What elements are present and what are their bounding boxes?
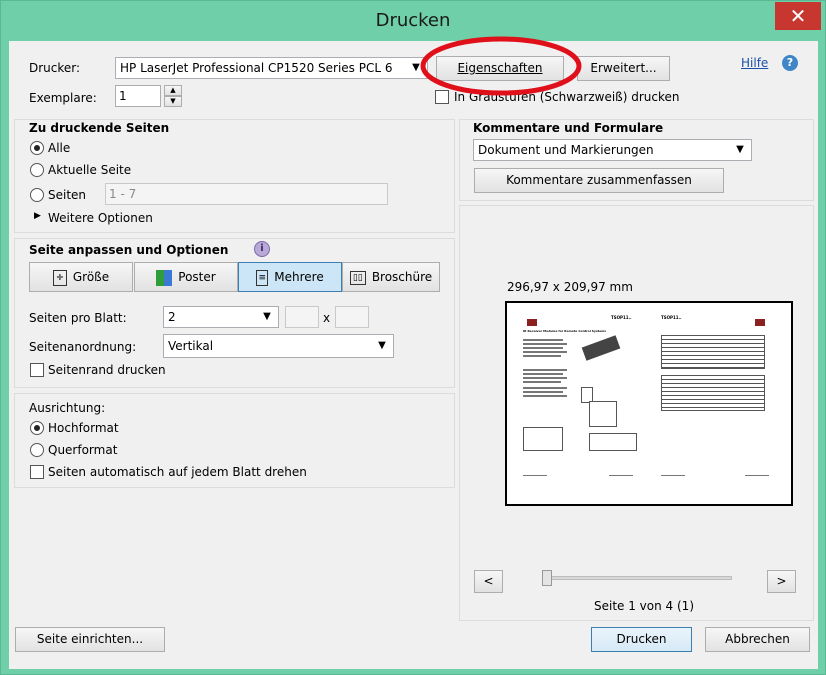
pages-per-sheet-label: Seiten pro Blatt: [29,311,127,325]
copies-label: Exemplare: [29,91,97,105]
summarize-comments-button[interactable]: Kommentare zusammenfassen [474,168,724,193]
cancel-button-label: Abbrechen [725,632,790,646]
fit-section-title: Seite anpassen und Optionen [29,243,229,257]
comments-select-value: Dokument und Markierungen [478,143,654,157]
pages-range-input[interactable]: 1 - 7 [105,183,388,205]
booklet-button[interactable]: ▯▯ Broschüre [342,262,440,292]
cancel-button[interactable]: Abbrechen [705,627,810,652]
comments-section-title: Kommentare und Formulare [473,121,664,135]
chevron-down-icon: ▼ [378,340,386,351]
chevron-up-icon: ▲ [170,86,176,94]
page-order-label: Seitenanordnung: [29,340,137,354]
size-button-label: Größe [72,270,110,284]
help-icon[interactable]: ? [782,55,798,71]
page-slider-thumb[interactable] [542,570,552,586]
orientation-title: Ausrichtung: [29,401,106,415]
preview-page-right: TSOP11.. [655,309,785,498]
page-status: Seite 1 von 4 (1) [594,599,694,613]
page-setup-label: Seite einrichten... [36,632,144,646]
printer-select-value: HP LaserJet Professional CP1520 Series P… [120,61,393,75]
chevron-down-icon: ▼ [736,144,744,155]
pages-per-sheet-rows-input[interactable] [335,306,369,328]
pages-all-radio[interactable] [30,141,44,155]
pages-per-sheet-cols-input[interactable] [285,306,319,328]
portrait-label: Hochformat [48,421,119,435]
booklet-button-label: Broschüre [371,270,433,284]
annotation-circle [420,36,582,96]
copies-down-button[interactable]: ▼ [164,96,182,107]
help-link[interactable]: Hilfe [741,56,768,70]
auto-rotate-label: Seiten automatisch auf jedem Blatt drehe… [48,465,307,479]
preview-dimensions: 296,97 x 209,97 mm [507,280,633,294]
advanced-button-label: Erweitert... [590,61,657,75]
print-button-label: Drucken [616,632,667,646]
page-order-select[interactable]: Vertikal ▼ [163,334,394,358]
size-button[interactable]: ✛ Größe [29,262,133,292]
right-page-heading: TSOP11.. [661,315,682,320]
booklet-icon: ▯▯ [349,270,366,285]
preview-sheet: TSOP11.. IR Receiver Modules for Remote … [505,301,793,506]
expand-triangle-icon[interactable]: ▶ [34,211,41,221]
title-bar[interactable]: Drucken ✕ [1,1,825,41]
pages-current-radio[interactable] [30,163,44,177]
printer-select[interactable]: HP LaserJet Professional CP1520 Series P… [115,57,428,79]
dialog-client-area: Drucker: HP LaserJet Professional CP1520… [9,36,818,669]
next-page-button[interactable]: > [767,570,796,593]
pages-per-sheet-value: 2 [168,310,176,324]
auto-rotate-checkbox[interactable] [30,465,44,479]
preview-page-left: TSOP11.. IR Receiver Modules for Remote … [513,309,643,498]
page-order-value: Vertikal [168,339,214,353]
comments-select[interactable]: Dokument und Markierungen ▼ [473,139,752,161]
multiple-button[interactable]: ≡ Mehrere [238,262,342,292]
copies-input[interactable]: 1 [115,85,161,107]
multiple-button-label: Mehrere [274,270,324,284]
print-border-checkbox[interactable] [30,363,44,377]
pages-range-label: Seiten [48,188,87,202]
page-slider-track[interactable] [542,576,732,580]
copies-up-button[interactable]: ▲ [164,85,182,96]
landscape-label: Querformat [48,443,118,457]
pages-range-radio[interactable] [30,188,44,202]
poster-button-label: Poster [178,270,216,284]
window-title: Drucken [375,10,451,31]
component-photo [581,335,621,361]
pages-current-label: Aktuelle Seite [48,163,132,177]
page-setup-button[interactable]: Seite einrichten... [15,627,165,652]
advanced-button[interactable]: Erweitert... [577,56,670,81]
print-button[interactable]: Drucken [591,627,692,652]
print-border-label: Seitenrand drucken [48,363,166,377]
pages-section-title: Zu druckende Seiten [29,121,170,135]
logo-mark [755,319,765,326]
printer-label: Drucker: [29,61,81,75]
chevron-down-icon: ▼ [263,311,271,322]
poster-button[interactable]: Poster [134,262,238,292]
size-icon: ✛ [52,269,67,286]
summarize-comments-label: Kommentare zusammenfassen [506,173,692,187]
info-icon[interactable]: i [254,241,270,257]
chevron-down-icon: ▼ [170,97,176,105]
pages-per-sheet-select[interactable]: 2 ▼ [163,306,279,328]
more-options-label[interactable]: Weitere Optionen [48,211,153,225]
portrait-radio[interactable] [30,421,44,435]
landscape-radio[interactable] [30,443,44,457]
left-page-subtitle: IR Receiver Modules for Remote Control S… [523,329,607,333]
print-dialog-window: Drucken ✕ Drucker: HP LaserJet Professio… [0,0,826,675]
close-button[interactable]: ✕ [775,2,821,30]
poster-icon [156,269,173,286]
previous-page-button[interactable]: < [474,570,503,593]
multiple-pages-icon: ≡ [256,269,269,286]
pages-all-label: Alle [48,141,71,155]
logo-mark [527,319,537,326]
x-separator: x [323,311,331,325]
left-page-heading: TSOP11.. [611,315,632,320]
